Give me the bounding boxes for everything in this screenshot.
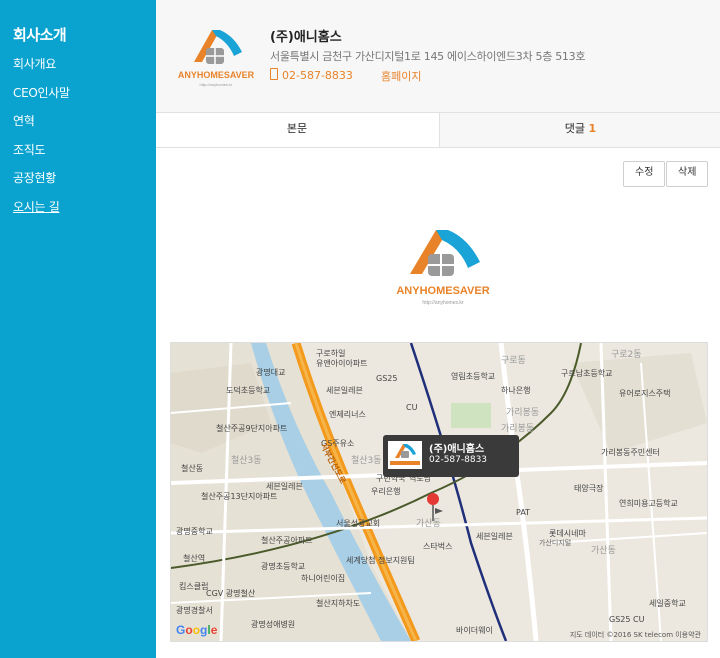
map-place-label: 광명성애병원 [251,620,296,629]
map-place-label: 서울성광교회 [336,519,381,528]
homepage-link[interactable]: 홈페이지 [381,68,421,84]
map-place-label: 가산동 [416,519,441,529]
sidebar-item-ceo-greeting[interactable]: CEO인사말 [13,84,70,101]
map-place-label: 철산주공13단지아파트 [201,492,278,501]
map-place-label: 세일중학교 [649,599,686,608]
sidebar: 회사소개 회사개요 CEO인사말 연혁 조직도 공장현황 오시는 길 [0,0,156,658]
comment-count: 1 [588,122,597,135]
svg-text:ANYHOMESAVER: ANYHOMESAVER [178,70,255,80]
map-place-label: 연희미용고등학교 [619,499,678,508]
company-header: ANYHOMESAVER http://anyhomes.kr (주)애니홈스 … [156,0,720,113]
tab-bar: 본문 댓글 1 [156,113,720,148]
delete-button[interactable]: 삭제 [666,161,709,187]
info-window-logo [388,441,422,469]
map-place-label: 철산주공9단지아파트 [216,424,288,433]
company-name: (주)애니홈스 [270,30,342,45]
map-place-label: PAT [516,508,531,517]
map-place-label: 철산주공아파트 [261,536,313,545]
map-place-label: 킴스클럽 [179,582,209,591]
map-place-label: CGV 광명철산 [206,589,256,598]
phone-icon [270,68,278,80]
map-place-label: 엔제리너스 [329,410,366,419]
info-window-name: (주)애니홈스 [429,444,485,455]
map-place-label: CU [406,403,418,412]
map-place-label: 철산동 [181,464,204,473]
content-logo: ANYHOMESAVER http://anyhomes.kr [388,222,498,314]
svg-text:http://anyhomes.kr: http://anyhomes.kr [422,300,463,306]
map-place-label: 하나은행 [501,386,531,395]
tab-comments[interactable]: 댓글 1 [439,113,720,147]
location-map[interactable]: 구로하일 유앤아이아파트 광명대교 GS25 영림초등학교 구로동 구로2동 구… [170,342,708,642]
tab-body[interactable]: 본문 [156,113,438,147]
sidebar-item-organization[interactable]: 조직도 [13,141,46,158]
map-info-window[interactable]: (주)애니홈스 02-587-8833 [383,435,519,477]
map-place-label: 구로2동 [611,350,642,360]
map-place-label: 광명경찰서 [176,606,213,615]
company-address: 서울특별시 금천구 가산디지털1로 145 에이스하이엔드3차 5층 513호 [270,50,586,63]
sidebar-item-factory[interactable]: 공장현황 [13,169,56,186]
map-place-label: 태양극장 [574,484,604,493]
map-place-label: 철산3동 [231,456,262,466]
map-place-label: 도덕초등학교 [226,386,271,395]
map-place-label: 가리봉동 [506,408,540,418]
map-place-label: 철산3동 [351,456,382,466]
google-logo: Google [176,623,218,637]
map-place-label: 스타벅스 [423,542,453,551]
map-place-label: 광명초등학교 [261,562,306,571]
map-place-label: 철산지하차도 [316,599,361,608]
sidebar-item-directions[interactable]: 오시는 길 [13,198,60,215]
map-place-label: 유어로지스주택 [619,389,671,398]
map-place-label: 철산역 [183,554,206,563]
company-logo: ANYHOMESAVER http://anyhomes.kr [176,22,256,90]
sidebar-item-history[interactable]: 연혁 [13,112,35,129]
map-place-label: 세븐일레븐 [266,482,303,491]
map-place-label: 하니어린이집 [301,574,346,583]
map-place-label: 가리봉동 [501,424,535,434]
svg-text:ANYHOMESAVER: ANYHOMESAVER [396,285,489,297]
map-place-label: 가리봉동주민센터 [601,448,660,457]
map-place-label: 광명중학교 [176,527,213,536]
map-place-label: 유앤아이아파트 [316,359,368,368]
map-place-label: 가산디지털 [539,539,572,547]
main-content: ANYHOMESAVER http://anyhomes.kr (주)애니홈스 … [156,0,720,658]
map-place-label: GS25 CU [609,615,645,624]
map-copyright[interactable]: 지도 데이터 ©2016 SK telecom 이용약관 [570,630,701,640]
map-place-label: 광명대교 [256,368,286,377]
map-place-label: 구로동 [501,356,526,366]
map-place-label: GS25 [376,374,398,383]
map-place-label: 세계당첨 정보지원팀 [346,556,415,565]
company-phone[interactable]: 02-587-8833 [270,68,353,82]
map-place-label: 우리은행 [371,487,401,496]
map-place-label: 바이더웨이 [456,626,493,635]
map-place-label: 가산동 [591,546,616,556]
map-place-label: 세븐일레븐 [326,386,363,395]
svg-text:http://anyhomes.kr: http://anyhomes.kr [200,82,234,87]
map-place-label: 영림초등학교 [451,372,496,381]
map-place-label: 구로남초등학교 [561,369,613,378]
info-window-phone: 02-587-8833 [429,455,488,465]
map-place-label: 세븐일레븐 [476,532,513,541]
sidebar-title: 회사소개 [13,26,67,44]
edit-button[interactable]: 수정 [623,161,666,187]
sidebar-item-company-overview[interactable]: 회사개요 [13,55,56,72]
